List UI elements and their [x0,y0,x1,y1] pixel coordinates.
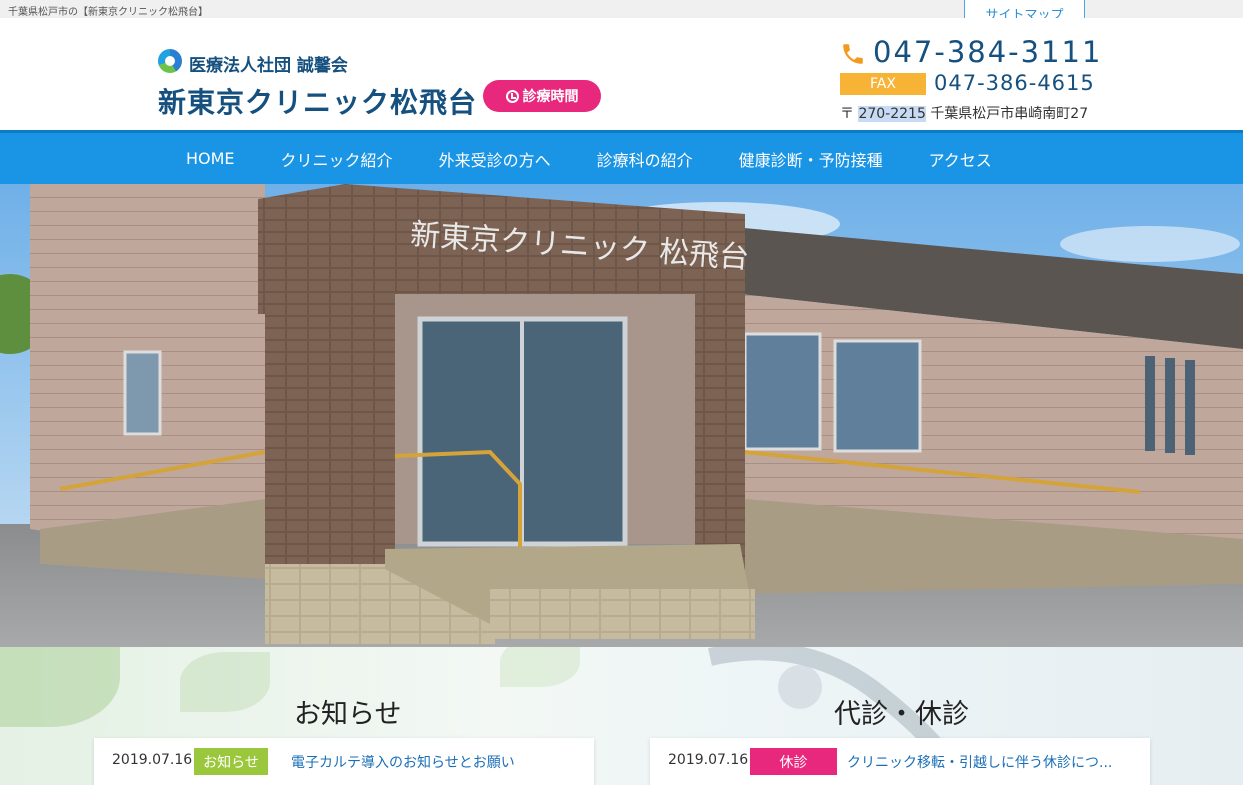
clock-icon [505,89,519,103]
nav-item-departments[interactable]: 診療科の紹介 [574,147,716,171]
news-list-item[interactable]: 2019.07.16 お知らせ 電子カルテ導入のお知らせとお願い [94,738,594,785]
consultation-hours-label: 診療時間 [522,89,579,105]
nav-item-home[interactable]: HOME [163,149,258,168]
closures-list-item[interactable]: 2019.07.16 休診 クリニック移転・引越しに伴う休診につ... [650,738,1150,785]
nav-item-access[interactable]: アクセス [906,147,1015,171]
news-date: 2019.07.16 [112,752,193,768]
fax-number: 047-386-4615 [934,71,1095,95]
news-heading: お知らせ [294,699,402,730]
postal-code: 270-2215 [858,106,926,122]
leaf-decoration [0,647,120,727]
closure-item-title[interactable]: クリニック移転・引越しに伴う休診につ... [847,752,1112,772]
site-tagline: 千葉県松戸市の【新東京クリニック松飛台】 [8,7,208,18]
main-navigation: HOME クリニック紹介 外来受診の方へ 診療科の紹介 健康診断・予防接種 アク… [0,130,1243,184]
nav-item-clinic-intro[interactable]: クリニック紹介 [258,147,416,171]
nav-item-outpatient[interactable]: 外来受診の方へ [416,147,574,171]
fax-label: FAX [840,73,926,95]
phone-number[interactable]: 047-384-3111 [873,35,1102,69]
closure-category-badge: 休診 [750,748,837,775]
nav-item-health-checkup[interactable]: 健康診断・予防接種 [716,147,906,171]
corporation-name: 医療法人社団 誠馨会 [189,56,348,76]
phone-icon [843,44,863,64]
consultation-hours-button[interactable]: 診療時間 [483,80,601,112]
clinic-name-logo[interactable]: 新東京クリニック松飛台 [158,81,477,121]
postal-mark: 〒 [840,106,854,122]
corporation-logo-icon [158,49,182,73]
news-item-title[interactable]: 電子カルテ導入のお知らせとお願い [291,752,515,772]
news-section: お知らせ 代診・休診 2019.07.16 お知らせ 電子カルテ導入のお知らせと… [0,647,1243,785]
clinic-building-illustration: 新東京クリニック 松飛台 [0,184,1243,647]
news-category-badge: お知らせ [194,748,268,775]
closure-date: 2019.07.16 [668,752,749,768]
site-header: 医療法人社団 誠馨会 新東京クリニック松飛台 診療時間 047-384-3111… [0,18,1243,130]
clinic-address: 〒 270-2215 千葉県松戸市串崎南町27 [840,103,1088,123]
leaf-decoration [500,647,580,687]
hero-image: 新東京クリニック 松飛台 [0,184,1243,647]
street-address: 千葉県松戸市串崎南町27 [930,106,1089,122]
closures-heading: 代診・休診 [834,699,969,730]
leaf-decoration [180,652,270,712]
